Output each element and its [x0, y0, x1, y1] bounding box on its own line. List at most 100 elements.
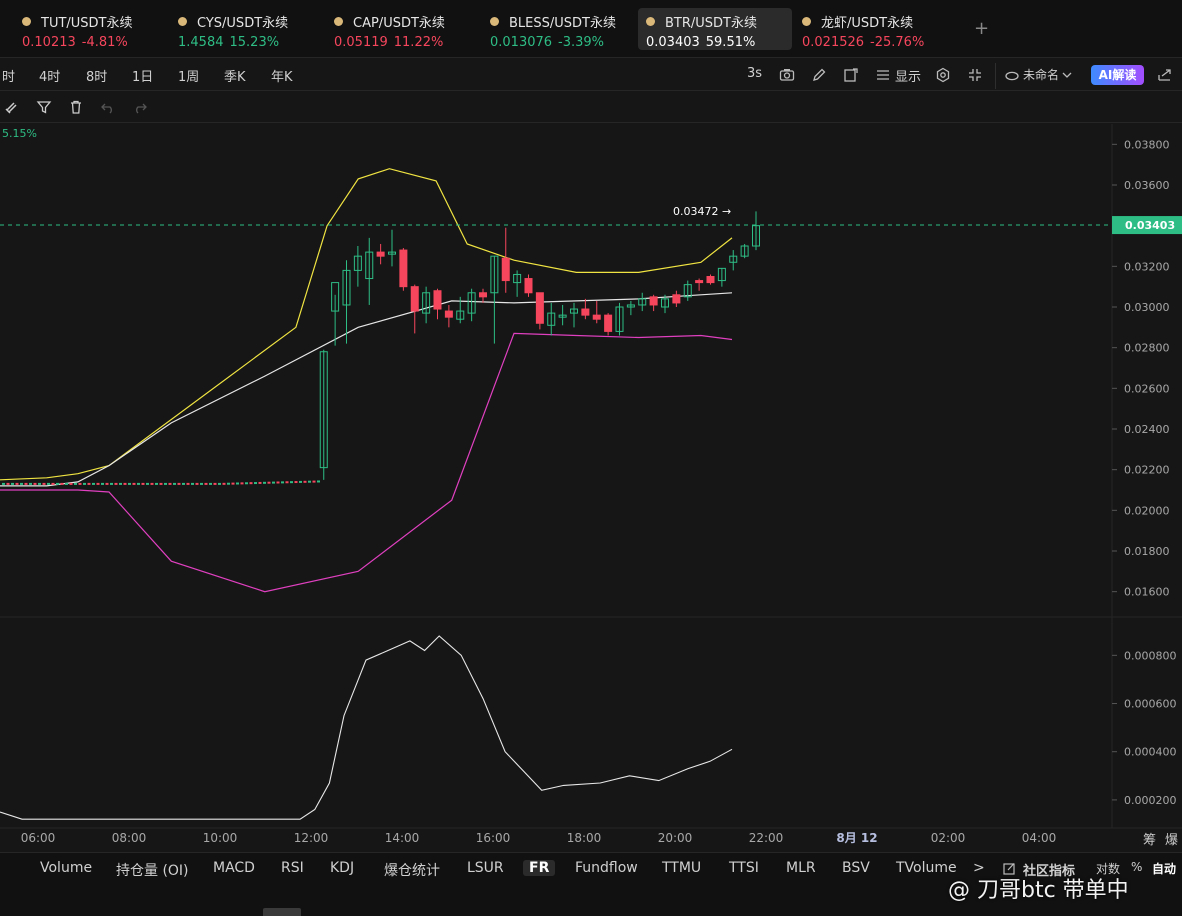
display-button[interactable]: 显示 — [895, 66, 921, 85]
corner-label: 爆 — [1165, 833, 1178, 848]
price-tick-label: 0.02600 — [1124, 382, 1170, 395]
flat-candle — [200, 482, 203, 485]
upper-band-line — [0, 168, 733, 481]
flat-candle — [119, 482, 122, 485]
timeframe-year[interactable]: 年K — [271, 66, 293, 85]
layout-name-dropdown[interactable]: 未命名 — [1023, 66, 1059, 83]
time-tick-label: 20:00 — [658, 831, 693, 845]
timeframe-4h[interactable]: 4时 — [39, 66, 60, 85]
interval-button[interactable]: 3s — [747, 66, 762, 81]
fr-tick-label: 0.000600 — [1124, 698, 1177, 711]
indicator-liquidation[interactable]: 爆仓统计 — [384, 860, 440, 880]
external-window-icon[interactable] — [843, 67, 859, 83]
share-icon[interactable] — [1157, 67, 1173, 83]
price-tick-label: 0.02800 — [1124, 342, 1170, 355]
candle-body-down — [604, 314, 613, 332]
indicator-macd[interactable]: MACD — [213, 860, 255, 876]
magnet-icon[interactable] — [4, 99, 20, 115]
tab-price: 1.4584 — [178, 35, 224, 50]
symbol-tab-cys[interactable]: CYS/USDT永续 1.4584 15.23% — [170, 8, 296, 50]
flat-candle — [308, 480, 311, 483]
indicator-mlr[interactable]: MLR — [786, 860, 816, 876]
flat-candle — [87, 482, 91, 485]
symbol-tab-bless[interactable]: BLESS/USDT永续 0.013076 -3.39% — [482, 8, 624, 50]
cloud-icon — [1005, 71, 1019, 81]
timeframe-1w[interactable]: 1周 — [178, 66, 199, 85]
symbol-tab-longxia[interactable]: 龙虾/USDT永续 0.021526 -25.76% — [794, 8, 932, 50]
settings-gear-icon[interactable] — [935, 67, 951, 83]
flat-candle — [263, 481, 266, 484]
filter-icon[interactable] — [36, 99, 52, 115]
coin-icon — [490, 17, 499, 26]
redo-icon[interactable] — [132, 99, 148, 115]
symbol-tab-tut[interactable]: TUT/USDT永续 0.10213 -4.81% — [14, 8, 141, 50]
flat-candle — [177, 482, 181, 485]
flat-candle — [240, 482, 244, 485]
tab-change: -25.76% — [870, 35, 925, 50]
collapse-arrows-icon[interactable] — [967, 67, 983, 83]
indicator-ttmu[interactable]: TTMU — [662, 860, 701, 876]
add-tab-button[interactable]: + — [974, 18, 989, 39]
flat-candle — [164, 482, 167, 485]
candle-body-down — [706, 276, 715, 284]
tab-price: 0.05119 — [334, 35, 388, 50]
flat-candle — [227, 482, 230, 485]
indicator-ttsi[interactable]: TTSI — [729, 860, 759, 876]
indicator-bsv[interactable]: BSV — [842, 860, 870, 876]
candlestick-chart[interactable]: 0.038000.036000.034000.032000.030000.028… — [0, 124, 1182, 852]
tab-change: 15.23% — [229, 35, 280, 50]
tab-pair: TUT/USDT永续 — [41, 16, 133, 31]
time-tick-label: 22:00 — [749, 831, 784, 845]
indicator-fr[interactable]: FR — [523, 860, 556, 876]
price-tick-label: 0.01800 — [1124, 545, 1170, 558]
trash-icon[interactable] — [68, 99, 84, 115]
candle-body-down — [649, 296, 658, 306]
timeframe-8h[interactable]: 8时 — [86, 66, 107, 85]
price-tick-label: 0.03600 — [1124, 179, 1170, 192]
fr-tick-label: 0.000200 — [1124, 794, 1177, 807]
lower-band-line — [0, 332, 733, 593]
time-tick-label: 8月 12 — [836, 831, 877, 845]
flat-candle — [182, 482, 185, 485]
undo-icon[interactable] — [100, 99, 116, 115]
chevron-down-icon[interactable] — [1062, 70, 1072, 80]
flat-candle — [92, 482, 95, 485]
watermark-text: @ 刀哥btc 带单中 — [948, 878, 1129, 903]
flat-candle — [294, 481, 298, 484]
symbol-tab-cap[interactable]: CAP/USDT永续 0.05119 11.22% — [326, 8, 453, 50]
panel-drag-handle[interactable] — [263, 908, 301, 916]
last-price-label: 0.03403 — [1125, 219, 1175, 232]
time-tick-label: 08:00 — [112, 831, 147, 845]
time-tick-label: 14:00 — [385, 831, 420, 845]
auto-scale-toggle[interactable]: 自动 — [1152, 860, 1176, 877]
timeframe-1h[interactable]: 时 — [2, 66, 15, 85]
ai-analysis-button[interactable]: AI解读 — [1091, 65, 1144, 85]
camera-icon[interactable] — [779, 67, 795, 83]
indicator-oi[interactable]: 持仓量 (OI) — [116, 860, 189, 880]
candle-body-down — [410, 286, 419, 312]
symbol-tab-btr[interactable]: BTR/USDT永续 0.03403 59.51% — [638, 8, 792, 50]
indicator-kdj[interactable]: KDJ — [330, 860, 354, 876]
indicator-fundflow[interactable]: Fundflow — [575, 860, 638, 876]
price-tick-label: 0.02200 — [1124, 464, 1170, 477]
timeframe-1d[interactable]: 1日 — [132, 66, 153, 85]
time-tick-label: 16:00 — [476, 831, 511, 845]
flat-candle — [105, 482, 109, 485]
candle-body-down — [524, 278, 533, 294]
flat-candle — [11, 482, 14, 485]
percent-scale-toggle[interactable]: % — [1131, 860, 1142, 874]
display-list-icon[interactable] — [875, 67, 891, 83]
timeframe-quarter[interactable]: 季K — [224, 66, 246, 85]
funding-rate-line — [0, 635, 733, 820]
indicator-volume[interactable]: Volume — [40, 860, 92, 876]
indicator-lsur[interactable]: LSUR — [467, 860, 504, 876]
time-tick-label: 06:00 — [21, 831, 56, 845]
indicator-rsi[interactable]: RSI — [281, 860, 304, 876]
flat-candle — [285, 481, 289, 484]
candle-body-down — [592, 314, 601, 320]
flat-candle — [110, 482, 113, 485]
flat-candle — [15, 482, 19, 485]
flat-candle — [33, 482, 37, 485]
pencil-icon[interactable] — [811, 67, 827, 83]
time-tick-label: 02:00 — [931, 831, 966, 845]
